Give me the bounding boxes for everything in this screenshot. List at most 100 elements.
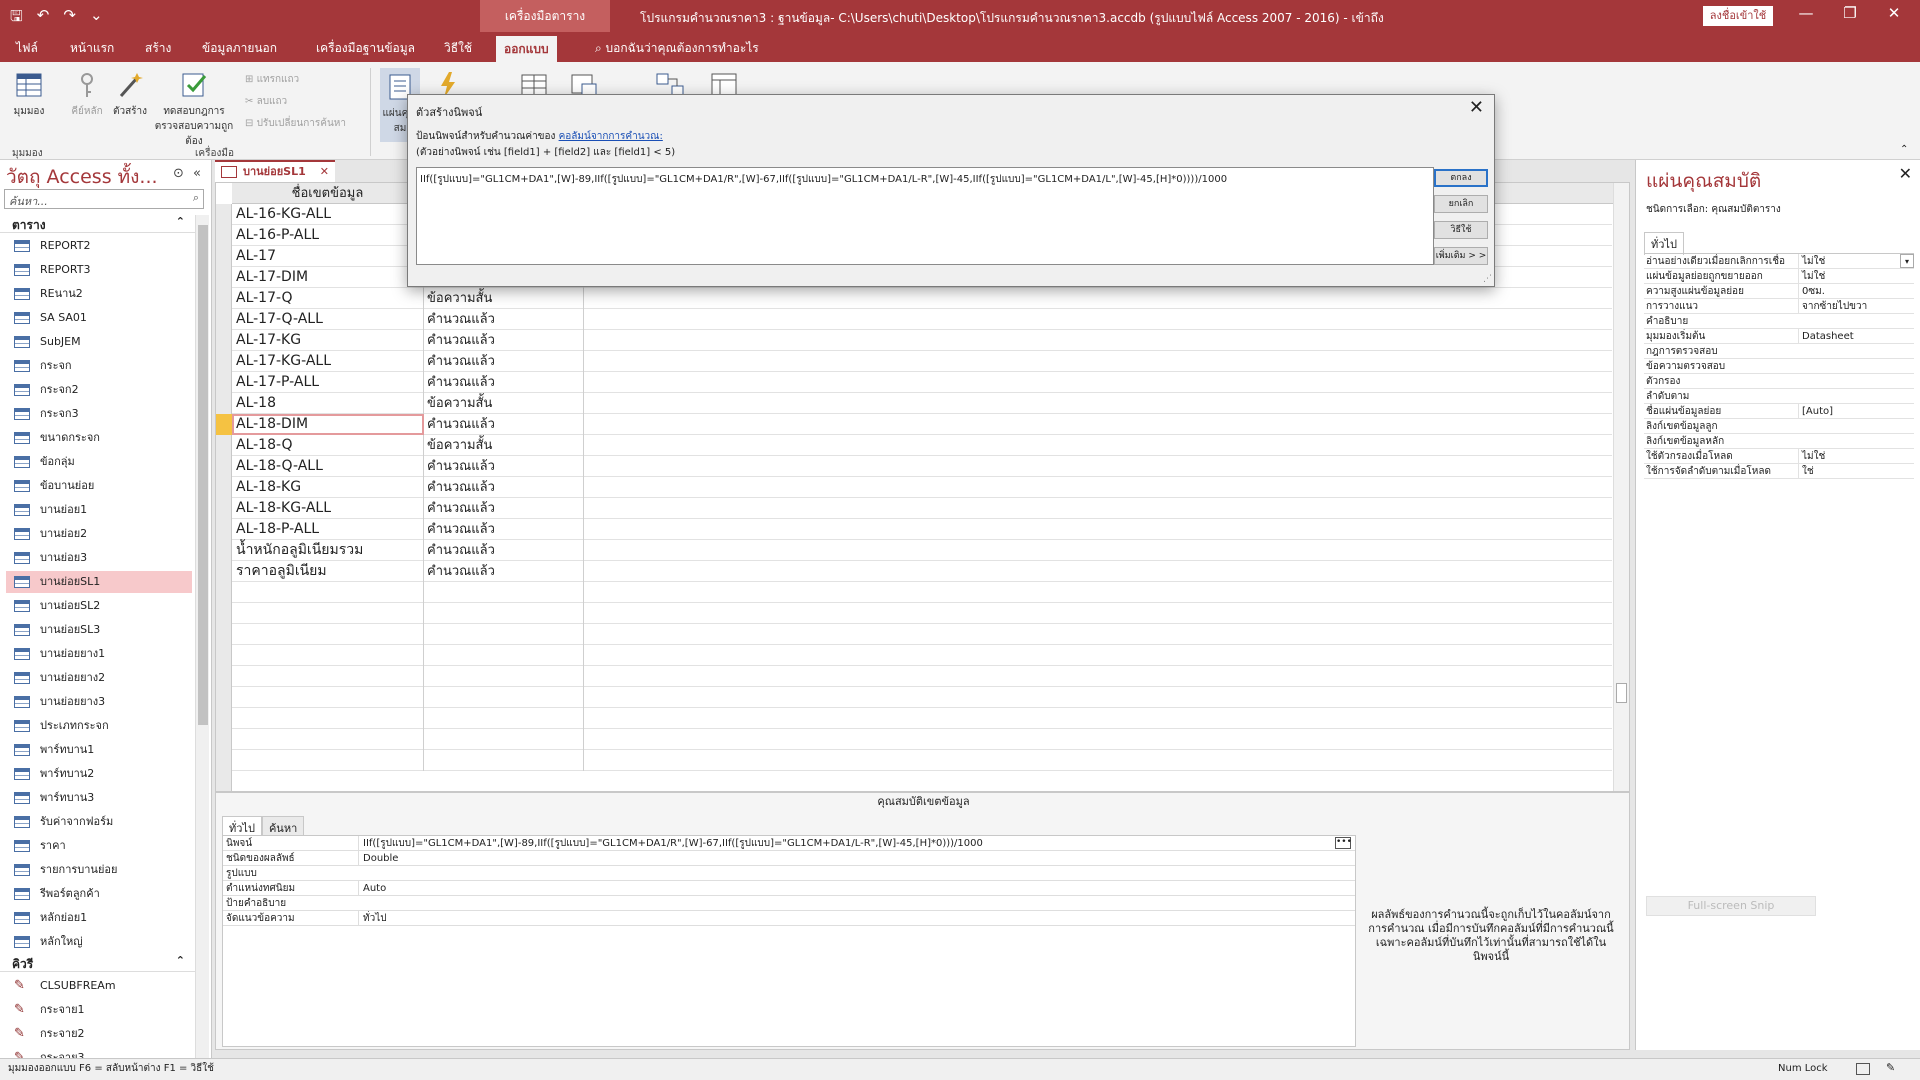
table-row[interactable]: AL-18-KG-ALL คำนวณแล้ว (232, 498, 1612, 519)
property-row[interactable]: ความสูงแผ่นข้อมูลย่อย 0ซม. (1644, 284, 1914, 299)
collapse-nav-icon[interactable]: « (193, 166, 201, 181)
data-type-cell[interactable] (424, 582, 584, 603)
table-row[interactable] (232, 687, 1612, 708)
property-sheet-tab-general[interactable]: ทั่วไป (1644, 232, 1684, 255)
property-value[interactable]: [Auto] (1798, 404, 1914, 419)
property-row[interactable]: ลิงก์เขตข้อมูลหลัก (1644, 434, 1914, 449)
tab-external-data[interactable]: ข้อมูลภายนอก (202, 39, 277, 58)
nav-scrollbar[interactable] (195, 215, 209, 1060)
table-row[interactable]: น้ำหนักอลูมิเนียมรวม คำนวณแล้ว (232, 540, 1612, 561)
nav-table-item[interactable]: บานย่อยSL3 (6, 619, 192, 641)
current-row-selector[interactable] (216, 414, 232, 435)
table-row[interactable]: AL-17-P-ALL คำนวณแล้ว (232, 372, 1612, 393)
property-value[interactable]: ใช่ (1798, 464, 1914, 479)
field-name-cell[interactable] (232, 645, 424, 666)
close-icon[interactable]: ✕ (320, 162, 329, 182)
expression-builder-button[interactable]: ••• (1335, 837, 1352, 849)
ok-button[interactable]: ตกลง (1434, 169, 1488, 187)
help-button[interactable]: วิธีใช้ (1434, 221, 1488, 239)
resize-grip-icon[interactable]: ⋰ (1483, 274, 1492, 284)
data-type-cell[interactable] (424, 603, 584, 624)
table-row[interactable]: AL-18-P-ALL คำนวณแล้ว (232, 519, 1612, 540)
field-property-value[interactable]: ทั่วไป (358, 911, 1343, 926)
field-name-cell[interactable]: AL-18-P-ALL (232, 519, 424, 540)
data-type-cell[interactable]: คำนวณแล้ว (424, 309, 584, 330)
tab-file[interactable]: ไฟล์ (16, 39, 38, 58)
datasheet-view-status-icon[interactable] (1856, 1063, 1870, 1075)
table-row[interactable]: AL-18-DIM คำนวณแล้ว (232, 414, 1612, 435)
close-window-button[interactable]: ✕ (1874, 4, 1914, 22)
nav-table-item[interactable]: REPORT3 (6, 259, 192, 281)
primary-key-button[interactable]: คีย์หลัก (70, 70, 104, 119)
field-name-cell[interactable]: AL-16-KG-ALL (232, 204, 424, 225)
table-row[interactable] (232, 750, 1612, 771)
nav-table-item[interactable]: บานย่อย2 (6, 523, 192, 545)
data-type-cell[interactable] (424, 687, 584, 708)
property-value[interactable]: ไม่ใช่ (1798, 269, 1914, 284)
nav-table-item[interactable]: บานย่อยSL2 (6, 595, 192, 617)
field-property-row[interactable]: รูปแบบ (223, 866, 1355, 881)
save-icon[interactable]: 🖫 (10, 6, 23, 31)
field-name-cell[interactable]: AL-17 (232, 246, 424, 267)
design-scrollbar[interactable] (1613, 183, 1629, 791)
property-row[interactable]: ลำดับตาม (1644, 389, 1914, 404)
field-name-cell[interactable]: AL-16-P-ALL (232, 225, 424, 246)
collapse-ribbon-icon[interactable]: ⌃ (1900, 144, 1908, 155)
data-type-cell[interactable]: ข้อความสั้น (424, 435, 584, 456)
data-type-cell[interactable]: คำนวณแล้ว (424, 330, 584, 351)
insert-row-button[interactable]: ⊞ แทรกแถว (245, 72, 299, 87)
nav-table-item[interactable]: รีพอร์ตลูกค้า (6, 883, 192, 905)
property-value[interactable]: ไม่ใช่ (1798, 449, 1914, 464)
table-row[interactable] (232, 582, 1612, 603)
property-row[interactable]: ตัวกรอง (1644, 374, 1914, 389)
table-row[interactable] (232, 645, 1612, 666)
nav-table-item[interactable]: ขนาดกระจก (6, 427, 192, 449)
field-name-cell[interactable] (232, 687, 424, 708)
property-value[interactable]: Datasheet (1798, 329, 1914, 344)
table-row[interactable] (232, 666, 1612, 687)
close-icon[interactable]: ✕ (1469, 97, 1484, 118)
nav-table-item[interactable]: SA SA01 (6, 307, 192, 329)
customize-quick-access-icon[interactable]: ⌄ (90, 6, 103, 31)
sign-in-button[interactable]: ลงชื่อเข้าใช้ (1703, 6, 1773, 26)
data-type-cell[interactable]: คำนวณแล้ว (424, 477, 584, 498)
field-property-value[interactable]: Double (358, 851, 1343, 866)
data-type-cell[interactable]: คำนวณแล้ว (424, 519, 584, 540)
property-value[interactable]: 0ซม. (1798, 284, 1914, 299)
nav-query-item[interactable]: ✎ กระจาย1 (6, 999, 192, 1021)
minimize-button[interactable]: — (1786, 4, 1826, 22)
nav-table-item[interactable]: บานย่อยยาง3 (6, 691, 192, 713)
field-name-cell[interactable]: AL-18-Q (232, 435, 424, 456)
nav-scroll-thumb[interactable] (198, 225, 208, 725)
nav-table-item[interactable]: ราคา (6, 835, 192, 857)
data-type-cell[interactable] (424, 624, 584, 645)
data-type-cell[interactable]: คำนวณแล้ว (424, 540, 584, 561)
property-row[interactable]: ข้อความตรวจสอบ (1644, 359, 1914, 374)
data-type-cell[interactable] (424, 729, 584, 750)
field-property-row[interactable]: นิพจน์ IIf([รูปแบบ]="GL1CM+DA1",[W]-89,II… (223, 836, 1355, 851)
property-row[interactable]: ลิงก์เขตข้อมูลลูก (1644, 419, 1914, 434)
property-row[interactable]: มุมมองเริ่มต้น Datasheet (1644, 329, 1914, 344)
field-property-value[interactable]: Auto (358, 881, 1343, 896)
nav-table-item[interactable]: REPORT2 (6, 235, 192, 257)
field-name-cell[interactable]: AL-18 (232, 393, 424, 414)
cancel-button[interactable]: ยกเลิก (1434, 195, 1488, 213)
expression-textarea[interactable]: IIf([รูปแบบ]="GL1CM+DA1",[W]-89,IIf([รูป… (416, 167, 1434, 265)
builder-button[interactable]: ตัวสร้าง (112, 70, 148, 119)
field-name-cell[interactable] (232, 582, 424, 603)
field-name-cell[interactable]: AL-18-KG-ALL (232, 498, 424, 519)
field-property-row[interactable]: ป้ายคำอธิบาย (223, 896, 1355, 911)
property-value[interactable]: ไม่ใช่ (1798, 254, 1914, 269)
nav-table-item[interactable]: ข้อบานย่อย (6, 475, 192, 497)
tell-me-search[interactable]: ⌕ บอกฉันว่าคุณต้องการทำอะไร (595, 39, 759, 58)
field-name-cell[interactable] (232, 624, 424, 645)
property-row[interactable]: ใช้ตัวกรองเมื่อโหลด ไม่ใช่ (1644, 449, 1914, 464)
property-row[interactable]: อ่านอย่างเดียวเมื่อยกเลิกการเชื่อ ไม่ใช่ ▾ (1644, 254, 1914, 269)
field-property-row[interactable]: จัดแนวข้อความ ทั่วไป (223, 911, 1355, 926)
data-type-cell[interactable]: คำนวณแล้ว (424, 414, 584, 435)
property-row[interactable]: ชื่อแผ่นข้อมูลย่อย [Auto] (1644, 404, 1914, 419)
data-type-cell[interactable]: คำนวณแล้ว (424, 498, 584, 519)
table-row[interactable] (232, 603, 1612, 624)
nav-table-item[interactable]: พาร์ทบาน1 (6, 739, 192, 761)
field-name-cell[interactable] (232, 666, 424, 687)
